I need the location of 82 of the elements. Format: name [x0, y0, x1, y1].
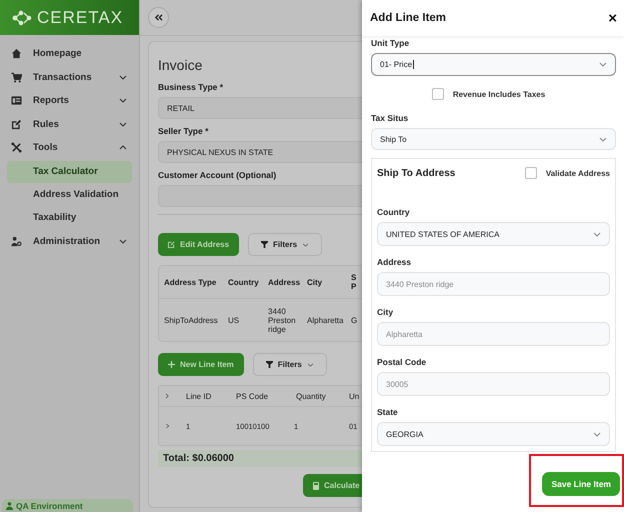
network-logo-icon [12, 10, 32, 26]
edit-icon [11, 118, 22, 130]
collapse-button[interactable] [148, 7, 169, 28]
table-cell-text: US [228, 316, 240, 324]
cart-icon [11, 72, 22, 83]
field-label: Tax Situs [371, 113, 410, 123]
checkbox[interactable] [524, 167, 537, 179]
field-label: Seller Type * [158, 126, 210, 136]
table-cell-text: Alpharetta [307, 316, 344, 324]
field-label: Customer Account (Optional) [158, 170, 278, 180]
select-field[interactable]: UNITED STATES OF AMERICA [377, 222, 610, 246]
column-header: Line ID [186, 392, 212, 400]
nav-item[interactable]: Tools [0, 136, 139, 160]
home-icon [11, 48, 22, 60]
drawer-title: Add Line Item [370, 12, 446, 24]
select-field[interactable]: RETAIL [158, 97, 362, 119]
nav-item[interactable]: Transactions [0, 66, 139, 89]
chevron-down-icon [599, 136, 607, 142]
checkbox-label: Revenue Includes Taxes [452, 90, 546, 98]
nav-subitem[interactable]: Taxability [7, 206, 132, 228]
logo-text: CERETAX [37, 8, 124, 28]
column-header: Quantity [296, 392, 327, 400]
nav-item[interactable]: Homepage [0, 42, 139, 66]
list-card-icon [11, 95, 22, 106]
user-icon [6, 502, 13, 510]
environment-label: QA Environment [16, 500, 83, 510]
checkbox-label: Validate Address [546, 168, 610, 178]
calculator-icon [313, 482, 319, 490]
table-cell-text: 3440 Preston ridge [268, 306, 297, 334]
field-label: Address [377, 257, 412, 267]
plus-icon [168, 361, 175, 368]
select-field[interactable] [158, 185, 362, 207]
field-label: Unit Type [371, 38, 410, 48]
total-label: Total: $0.06000 [158, 450, 362, 467]
nav-subitem[interactable]: Address Validation [7, 184, 132, 206]
nav-label: Tools [33, 142, 59, 154]
nav-item[interactable]: Administration [0, 230, 139, 253]
chevron-right-icon[interactable] [165, 423, 170, 429]
select-field[interactable]: GEORGIA [377, 422, 610, 446]
nav-item[interactable]: Rules [0, 112, 139, 136]
column-header: Country [228, 278, 260, 286]
filter-icon [261, 241, 268, 248]
column-header: PS Code [236, 392, 270, 400]
nav-label: Homepage [33, 48, 83, 60]
column-header: Address [268, 278, 302, 286]
field-label: Country [377, 207, 411, 217]
column-header: S P [351, 273, 358, 291]
tax-situs-select[interactable]: Ship To [371, 128, 616, 150]
field-label: Business Type * [158, 82, 224, 92]
chevron-right-icon [165, 393, 169, 399]
chevron-down-icon [593, 232, 601, 236]
edit-icon [168, 241, 175, 248]
checkbox[interactable] [432, 88, 444, 100]
tools-icon [11, 142, 22, 154]
double-chevron-left-icon [154, 14, 163, 21]
nav-label: Rules [33, 118, 60, 130]
unit-type-select[interactable]: 01- Price [371, 53, 616, 76]
close-button[interactable]: × [608, 10, 617, 26]
nav-label: Transactions [33, 72, 93, 83]
table-cell-text: G [351, 316, 358, 324]
field-label: State [377, 407, 399, 417]
filters-button[interactable]: Filters [248, 233, 322, 256]
user-gear-icon [11, 236, 22, 247]
select-field[interactable]: PHYSICAL NEXUS IN STATE [158, 141, 362, 163]
field-label: City [377, 307, 394, 317]
filter-icon [266, 361, 273, 368]
table-cell-text: ShipToAddress [164, 316, 219, 324]
nav-label: Administration [33, 236, 102, 247]
nav-subitem[interactable]: Tax Calculator [7, 160, 132, 182]
nav-item[interactable]: Reports [0, 89, 139, 112]
nav-label: Reports [33, 95, 70, 106]
invoice-title: Invoice [158, 57, 204, 73]
field-label: Postal Code [377, 357, 428, 367]
chevron-down-icon [599, 62, 607, 67]
column-header: City [307, 278, 324, 286]
chevron-down-icon [302, 242, 310, 246]
column-header: Un [349, 392, 360, 400]
section-title: Ship To Address [377, 168, 456, 178]
filters-button[interactable]: Filters [252, 353, 327, 376]
chevron-down-icon [593, 432, 601, 436]
chevron-down-icon [306, 362, 314, 366]
column-header: Address Type [164, 278, 218, 286]
